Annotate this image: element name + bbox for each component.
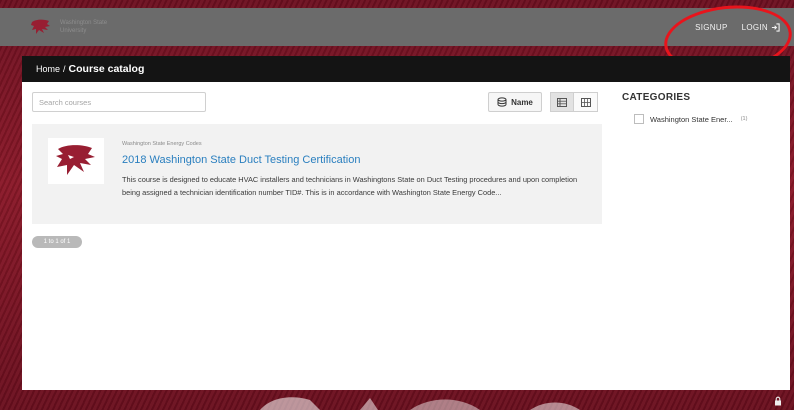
- breadcrumb-home[interactable]: Home: [36, 64, 60, 74]
- cougar-logo-icon: [31, 19, 50, 34]
- logo[interactable]: Washington State University: [30, 18, 130, 36]
- grid-view-button[interactable]: [574, 92, 598, 112]
- sign-in-icon: [771, 22, 780, 32]
- category-label: Washington State Ener...: [650, 114, 733, 124]
- login-label: LOGIN: [741, 22, 768, 32]
- search-input[interactable]: [32, 92, 206, 112]
- category-filter-item[interactable]: Washington State Ener... (1): [634, 114, 747, 124]
- breadcrumb: Home / Course catalog: [22, 56, 790, 82]
- course-card[interactable]: Washington State Energy Codes 2018 Washi…: [32, 124, 602, 224]
- sort-icon: [497, 97, 507, 107]
- view-toggle: [550, 92, 598, 112]
- login-link[interactable]: LOGIN: [742, 23, 780, 32]
- signup-link[interactable]: SIGNUP: [695, 23, 727, 32]
- list-view-icon: [557, 97, 567, 107]
- logo-text: Washington State University: [60, 20, 108, 34]
- pagination-badge: 1 to 1 of 1: [32, 236, 82, 248]
- breadcrumb-separator: /: [63, 64, 66, 74]
- category-count: (1): [740, 116, 748, 122]
- cougar-head-icon: [56, 145, 95, 175]
- top-navigation-bar: Washington State University SIGNUP LOGIN: [0, 8, 794, 46]
- sort-label: Name: [511, 97, 533, 107]
- catalog-panel: Name Washington Stat: [22, 82, 790, 390]
- signup-label: SIGNUP: [695, 22, 728, 32]
- course-description: This course is designed to educate HVAC …: [122, 175, 578, 197]
- course-title-link[interactable]: 2018 Washington State Duct Testing Certi…: [122, 154, 360, 166]
- grid-view-icon: [580, 97, 591, 107]
- sort-by-name-button[interactable]: Name: [488, 92, 542, 112]
- page-title: Course catalog: [68, 63, 145, 75]
- course-thumbnail[interactable]: [48, 138, 104, 184]
- category-checkbox[interactable]: [634, 114, 644, 124]
- auth-links: SIGNUP LOGIN: [695, 23, 780, 32]
- background-logo-watermark: [260, 397, 580, 410]
- categories-heading: CATEGORIES: [622, 92, 691, 103]
- list-view-button[interactable]: [550, 92, 574, 112]
- lock-icon: [775, 396, 781, 406]
- course-category: Washington State Energy Codes: [122, 141, 202, 147]
